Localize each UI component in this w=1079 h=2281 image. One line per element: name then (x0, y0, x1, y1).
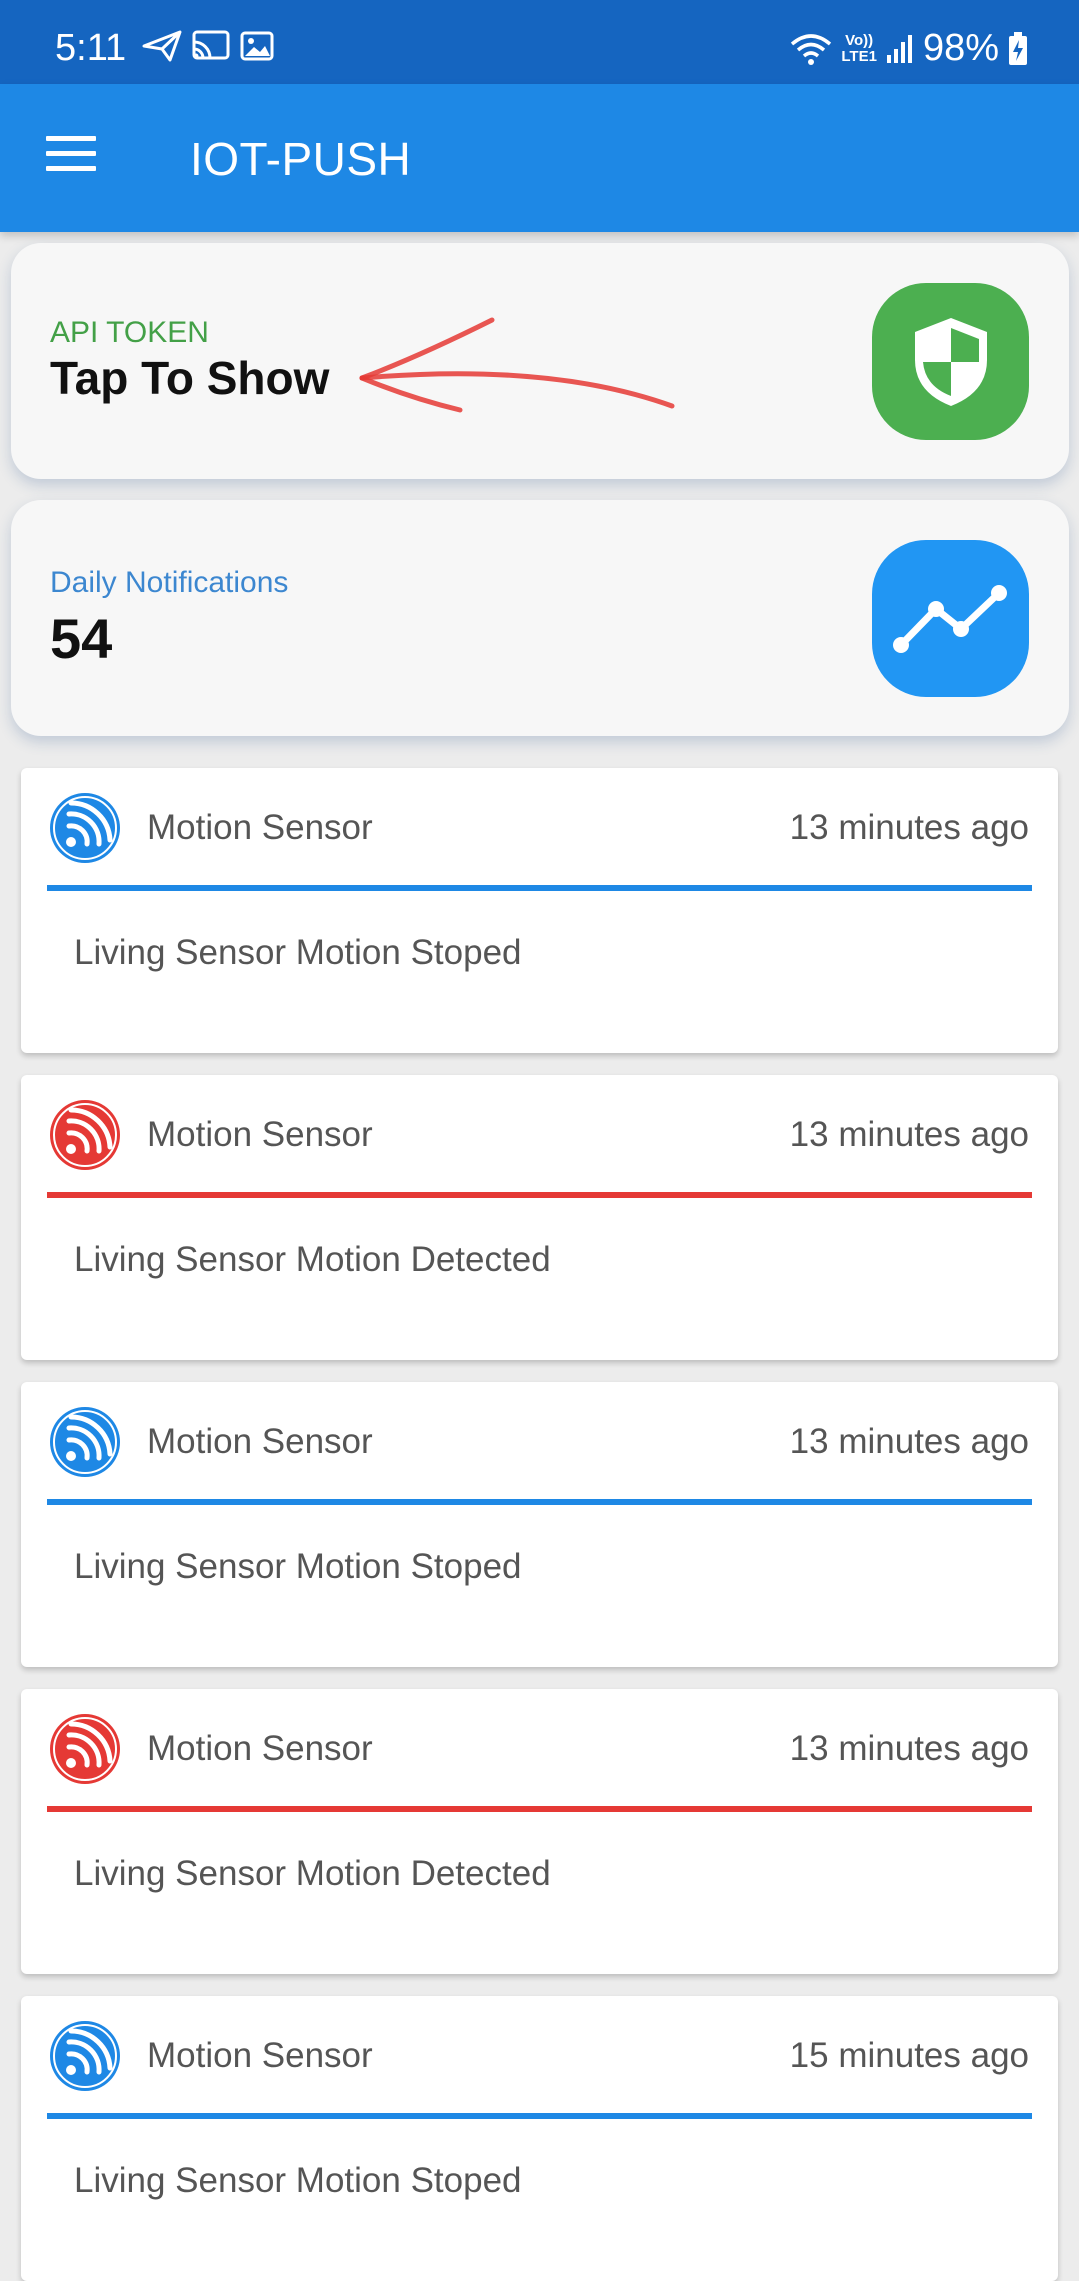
daily-notifications-icon-box (872, 540, 1029, 697)
notification-divider (47, 1499, 1032, 1505)
notification-title: Motion Sensor (147, 2036, 373, 2075)
menu-icon[interactable] (46, 136, 96, 180)
notification-card[interactable]: Motion Sensor 13 minutes ago Living Sens… (21, 1689, 1058, 1974)
esp-wifi-icon (50, 1407, 120, 1477)
notification-divider (47, 2113, 1032, 2119)
notification-time: 13 minutes ago (789, 1729, 1029, 1768)
notification-time: 13 minutes ago (789, 1422, 1029, 1461)
battery-percent: 98% (922, 27, 999, 69)
api-token-value[interactable]: Tap To Show (50, 351, 329, 405)
app-title: IOT-PUSH (190, 133, 412, 185)
notification-card[interactable]: Motion Sensor 13 minutes ago Living Sens… (21, 768, 1058, 1053)
arrow-annotation (359, 317, 675, 413)
notification-title: Motion Sensor (147, 808, 373, 847)
esp-wifi-icon (50, 1714, 120, 1784)
notification-title: Motion Sensor (147, 1422, 373, 1461)
notification-message: Living Sensor Motion Stoped (74, 933, 522, 972)
send-icon (142, 30, 182, 62)
image-icon (240, 31, 274, 61)
daily-notifications-card[interactable]: Daily Notifications 54 (11, 500, 1069, 736)
notification-message: Living Sensor Motion Stoped (74, 1547, 522, 1586)
notification-message: Living Sensor Motion Detected (74, 1240, 551, 1279)
signal-icon (886, 34, 912, 63)
status-bar: 5:11 Vo)) LTE1 98% (0, 0, 1079, 84)
api-token-icon-box (872, 283, 1029, 440)
notification-message: Living Sensor Motion Detected (74, 1854, 551, 1893)
trending-up-icon (892, 584, 1007, 653)
esp-wifi-icon (50, 1100, 120, 1170)
daily-notifications-label: Daily Notifications (50, 566, 289, 599)
notification-title: Motion Sensor (147, 1729, 373, 1768)
battery-charging-icon (1009, 31, 1027, 65)
api-token-label: API TOKEN (50, 316, 209, 349)
status-system-icons: Vo)) LTE1 98% (789, 27, 1029, 70)
notification-time: 15 minutes ago (789, 2036, 1029, 2075)
notification-card[interactable]: Motion Sensor 15 minutes ago Living Sens… (21, 1996, 1058, 2281)
notification-divider (47, 1806, 1032, 1812)
notification-divider (47, 885, 1032, 891)
notification-title: Motion Sensor (147, 1115, 373, 1154)
esp-wifi-icon (50, 2021, 120, 2091)
app-bar: IOT-PUSH (0, 84, 1079, 232)
status-time: 5:11 (55, 27, 127, 69)
status-notification-icons (142, 30, 274, 62)
notification-card[interactable]: Motion Sensor 13 minutes ago Living Sens… (21, 1075, 1058, 1360)
esp-wifi-icon (50, 793, 120, 863)
notification-message: Living Sensor Motion Stoped (74, 2161, 522, 2200)
shield-icon (914, 317, 987, 406)
notification-time: 13 minutes ago (789, 1115, 1029, 1154)
cast-icon (192, 30, 230, 60)
notification-divider (47, 1192, 1032, 1198)
volte-icon: Vo)) LTE1 (841, 31, 877, 65)
wifi-icon (791, 33, 832, 65)
notification-card[interactable]: Motion Sensor 13 minutes ago Living Sens… (21, 1382, 1058, 1667)
notification-time: 13 minutes ago (789, 808, 1029, 847)
daily-notifications-count: 54 (50, 607, 113, 670)
